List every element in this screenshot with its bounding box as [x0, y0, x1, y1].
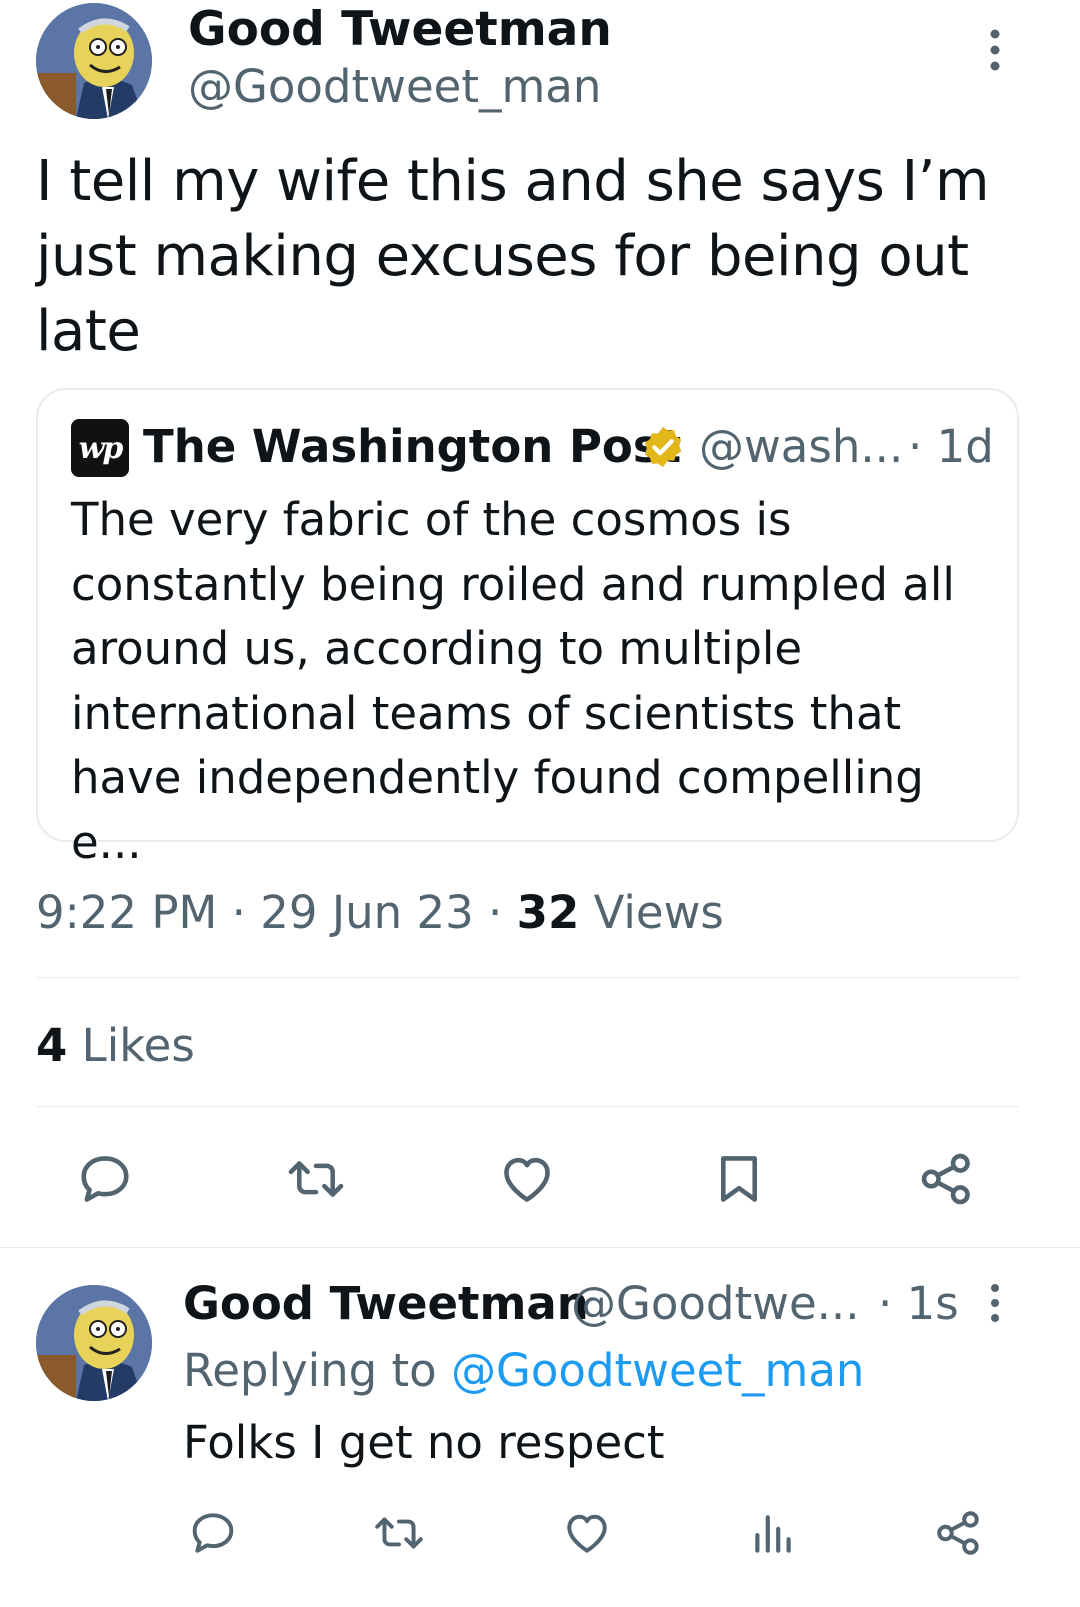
replying-mention-link[interactable]: @Goodtweet_man — [451, 1344, 864, 1397]
meta-separator: · — [231, 886, 246, 939]
washington-post-logo: wp — [71, 419, 129, 477]
views-label[interactable]: Views — [594, 886, 724, 939]
like-icon[interactable] — [562, 1508, 612, 1558]
quoted-tweet-text: The very fabric of the cosmos is constan… — [71, 493, 955, 869]
bookmark-icon[interactable] — [710, 1150, 768, 1208]
share-icon[interactable] — [918, 1150, 976, 1208]
quoted-author-name: The Washington Post — [143, 420, 682, 473]
replying-to: Replying to @Goodtweet_man — [183, 1343, 864, 1399]
tweet-meta-row: 9:22 PM · 29 Jun 23 · 32 Views — [36, 885, 724, 941]
author-name[interactable]: Good Tweetman — [188, 2, 612, 58]
retweet-icon[interactable] — [372, 1508, 426, 1558]
share-icon[interactable] — [934, 1508, 984, 1558]
tweet-date: 29 Jun 23 — [260, 886, 474, 939]
quoted-author-handle: @wash... — [699, 420, 904, 473]
replying-prefix: Replying to — [183, 1344, 437, 1397]
reply-icon[interactable] — [76, 1150, 134, 1208]
quoted-tweet-age: · 1d — [908, 420, 994, 473]
views-count[interactable]: 32 — [517, 886, 580, 939]
reply-icon[interactable] — [188, 1508, 238, 1558]
reply-text: Folks I get no respect — [183, 1416, 665, 1469]
verified-badge-icon — [640, 424, 686, 470]
views-icon[interactable] — [748, 1508, 798, 1558]
author-handle[interactable]: @Goodtweet_man — [188, 60, 601, 114]
reply-author-name[interactable]: Good Tweetman — [183, 1276, 589, 1332]
more-options-icon[interactable] — [984, 1283, 1006, 1323]
reply-age: · 1s — [878, 1277, 959, 1330]
divider — [36, 1106, 1019, 1107]
tweet-text: I tell my wife this and she says I’m jus… — [36, 149, 990, 364]
reply-author-avatar[interactable] — [36, 1285, 152, 1401]
author-avatar[interactable] — [36, 3, 152, 119]
reply-author-handle[interactable]: @Goodtwe... — [571, 1276, 860, 1332]
meta-separator: · — [488, 886, 503, 939]
more-options-icon[interactable] — [984, 28, 1006, 72]
divider — [0, 1247, 1080, 1248]
tweet-time: 9:22 PM — [36, 886, 218, 939]
likes-row[interactable]: 4 Likes — [36, 1018, 195, 1074]
likes-count[interactable]: 4 — [36, 1019, 67, 1072]
like-icon[interactable] — [498, 1150, 556, 1208]
divider — [36, 977, 1019, 978]
retweet-icon[interactable] — [285, 1150, 347, 1208]
likes-label[interactable]: Likes — [82, 1019, 195, 1072]
